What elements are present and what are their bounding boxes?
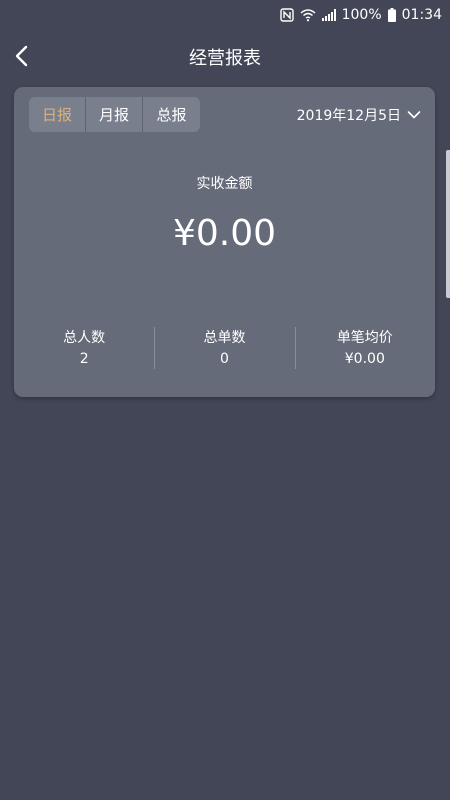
stat-value: 2 (79, 351, 89, 367)
nfc-icon (279, 8, 294, 22)
wifi-icon (300, 8, 316, 22)
period-segmented-control: 日报 月报 总报 (29, 97, 200, 132)
tab-total[interactable]: 总报 (143, 97, 200, 132)
stat-total-orders: 总单数 0 (154, 327, 294, 369)
battery-percent: 100% (341, 7, 382, 23)
stat-total-people: 总人数 2 (14, 327, 154, 369)
page-title: 经营报表 (189, 48, 261, 69)
screen: 100% 01:34 经营报表 日报 月报 总报 2019年12月5日 实收金额… (0, 0, 450, 800)
battery-icon (387, 8, 396, 22)
stats-row: 总人数 2 总单数 0 单笔均价 ¥0.00 (14, 327, 435, 369)
tab-daily[interactable]: 日报 (29, 97, 86, 132)
date-label: 2019年12月5日 (296, 108, 401, 124)
stat-value: 0 (220, 351, 229, 367)
stat-label: 总单数 (203, 330, 246, 346)
scrollbar[interactable] (446, 150, 450, 298)
chevron-down-icon (407, 110, 421, 120)
header: 经营报表 (0, 30, 450, 84)
status-bar: 100% 01:34 (0, 0, 450, 30)
stat-label: 总人数 (63, 330, 106, 346)
report-card: 日报 月报 总报 2019年12月5日 实收金额 ¥0.00 总人数 2 总单数… (14, 87, 435, 397)
date-picker[interactable]: 2019年12月5日 (297, 105, 421, 125)
stat-label: 单笔均价 (336, 330, 393, 346)
stat-average-price: 单笔均价 ¥0.00 (294, 327, 435, 369)
signal-icon (321, 9, 336, 21)
stat-value: ¥0.00 (344, 351, 385, 367)
amount-label: 实收金额 (196, 176, 253, 192)
amount-value: ¥0.00 (172, 213, 277, 254)
tab-monthly[interactable]: 月报 (86, 97, 143, 132)
clock: 01:34 (401, 7, 442, 23)
